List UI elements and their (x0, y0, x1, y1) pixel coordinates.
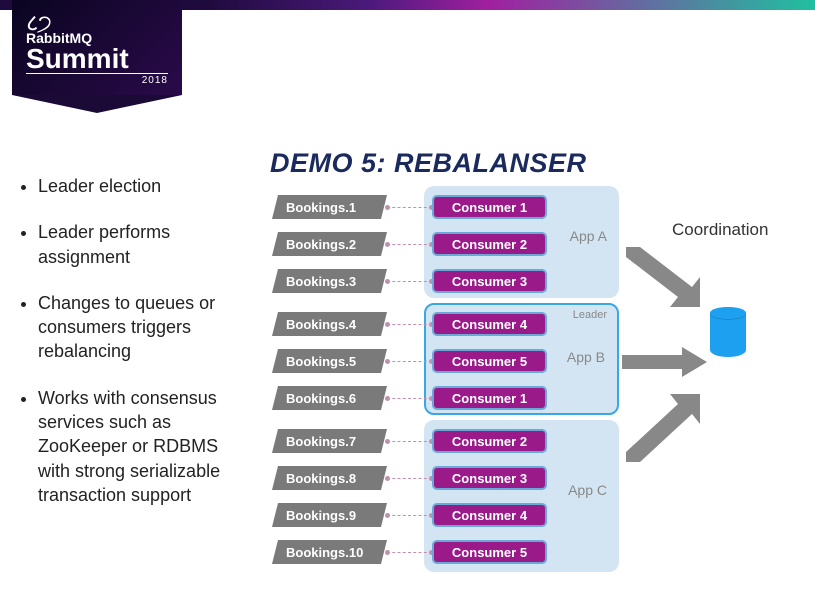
queue-box: Bookings.6 (272, 386, 387, 410)
bullet-item: Works with consensus services such as Zo… (38, 386, 248, 507)
queue-consumer-link (387, 478, 432, 479)
queue-box: Bookings.2 (272, 232, 387, 256)
consumer-box: Consumer 4 (432, 503, 547, 527)
app-c-label: App C (568, 482, 607, 498)
bullet-item: Leader performs assignment (38, 220, 248, 269)
queue-consumer-link (387, 244, 432, 245)
queue-consumer-link (387, 441, 432, 442)
coordination-label: Coordination (672, 220, 768, 240)
consumer-box: Consumer 1 (432, 386, 547, 410)
queue-box: Bookings.1 (272, 195, 387, 219)
slide-title: DEMO 5: REBALANSER (270, 148, 587, 179)
queue-box: Bookings.8 (272, 466, 387, 490)
logo-year: 2018 (26, 73, 168, 86)
consumer-box: Consumer 3 (432, 269, 547, 293)
consumer-box: Consumer 2 (432, 429, 547, 453)
leader-label: Leader (573, 309, 607, 321)
consumer-box: Consumer 5 (432, 349, 547, 373)
queue-consumer-link (387, 398, 432, 399)
database-icon (710, 307, 746, 359)
queue-consumer-link (387, 281, 432, 282)
queue-box: Bookings.4 (272, 312, 387, 336)
queue-consumer-link (387, 324, 432, 325)
app-a-label: App A (570, 228, 607, 244)
bullet-item: Leader election (38, 174, 248, 198)
queue-consumer-link (387, 207, 432, 208)
arrow-icon (622, 247, 702, 307)
architecture-diagram: App A Leader App B App C Bookings.1 Cons… (272, 192, 792, 592)
queue-box: Bookings.3 (272, 269, 387, 293)
bullet-item: Changes to queues or consumers triggers … (38, 291, 248, 364)
consumer-box: Consumer 5 (432, 540, 547, 564)
queue-consumer-link (387, 552, 432, 553)
logo-banner: ८੭ RabbitMQ Summit 2018 (12, 0, 182, 95)
queue-box: Bookings.5 (272, 349, 387, 373)
queue-box: Bookings.9 (272, 503, 387, 527)
queue-consumer-link (387, 361, 432, 362)
bullet-list: Leader election Leader performs assignme… (20, 174, 248, 529)
queue-consumer-link (387, 515, 432, 516)
queue-box: Bookings.10 (272, 540, 387, 564)
app-b-label: App B (567, 349, 605, 365)
consumer-box: Consumer 1 (432, 195, 547, 219)
queue-box: Bookings.7 (272, 429, 387, 453)
consumer-box: Consumer 4 (432, 312, 547, 336)
arrow-icon (622, 347, 707, 377)
rabbit-ears-icon: ८੭ (26, 18, 168, 30)
consumer-box: Consumer 3 (432, 466, 547, 490)
arrow-icon (622, 392, 702, 462)
logo-event: Summit (26, 46, 168, 71)
consumer-box: Consumer 2 (432, 232, 547, 256)
